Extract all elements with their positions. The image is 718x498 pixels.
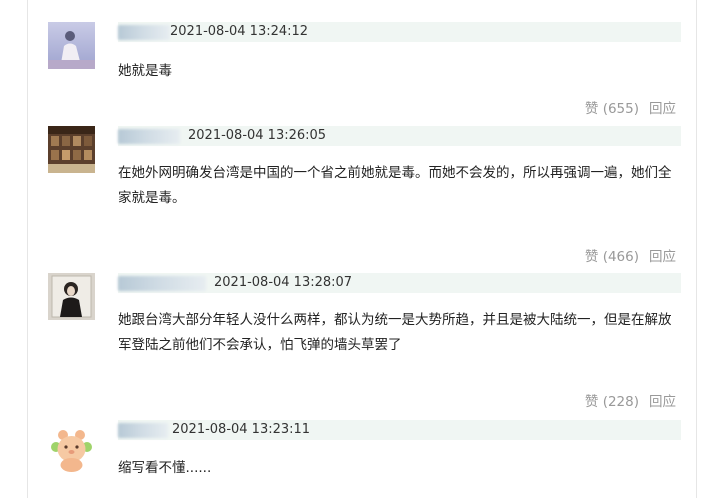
comment-item: 2021-08-04 13:23:11 缩写看不懂......: [48, 420, 688, 498]
comment-time: 2021-08-04 13:23:11: [172, 422, 311, 437]
avatar[interactable]: [48, 425, 95, 472]
avatar[interactable]: [48, 273, 95, 320]
username-blurred[interactable]: [118, 276, 206, 291]
comment-time: 2021-08-04 13:28:07: [214, 275, 353, 290]
comment-meta: 2021-08-04 13:23:11: [118, 420, 681, 440]
avatar[interactable]: [48, 22, 95, 69]
reply-button[interactable]: 回应: [649, 97, 676, 117]
reply-button[interactable]: 回应: [649, 390, 676, 410]
comment-text: 她跟台湾大部分年轻人没什么两样，都认为统一是大势所趋，并且是被大陆统一，但是在解…: [118, 312, 672, 353]
comment-meta: 2021-08-04 13:28:07: [118, 273, 681, 293]
comment-time: 2021-08-04 13:24:12: [170, 24, 309, 39]
comment-actions: 赞 (655) 回应: [585, 97, 676, 117]
avatar[interactable]: [48, 126, 95, 173]
comment-item: 2021-08-04 13:28:07 她跟台湾大部分年轻人没什么两样，都认为统…: [48, 273, 688, 413]
comment-item: 2021-08-04 13:24:12 她就是毒 赞 (655) 回应: [48, 22, 688, 132]
comment-text: 她就是毒: [118, 63, 172, 79]
comment-meta: 2021-08-04 13:26:05: [118, 126, 681, 146]
username-blurred[interactable]: [118, 25, 170, 40]
comment-time: 2021-08-04 13:26:05: [188, 128, 327, 143]
comment-meta: 2021-08-04 13:24:12: [118, 22, 681, 42]
reply-button[interactable]: 回应: [649, 245, 676, 265]
username-blurred[interactable]: [118, 423, 168, 438]
divider: [696, 0, 697, 498]
divider: [27, 0, 28, 498]
like-button[interactable]: 赞 (655): [585, 97, 639, 117]
comment-list: 2021-08-04 13:24:12 她就是毒 赞 (655) 回应 2021…: [0, 0, 718, 498]
comment-actions: 赞 (466) 回应: [585, 245, 676, 265]
comment-text: 在她外网明确发台湾是中国的一个省之前她就是毒。而她不会发的，所以再强调一遍，她们…: [118, 165, 672, 206]
comment-item: 2021-08-04 13:26:05 在她外网明确发台湾是中国的一个省之前她就…: [48, 126, 688, 266]
username-blurred[interactable]: [118, 129, 180, 144]
like-button[interactable]: 赞 (228): [585, 390, 639, 410]
like-button[interactable]: 赞 (466): [585, 245, 639, 265]
comment-actions: 赞 (228) 回应: [585, 390, 676, 410]
comment-text: 缩写看不懂......: [118, 460, 212, 476]
